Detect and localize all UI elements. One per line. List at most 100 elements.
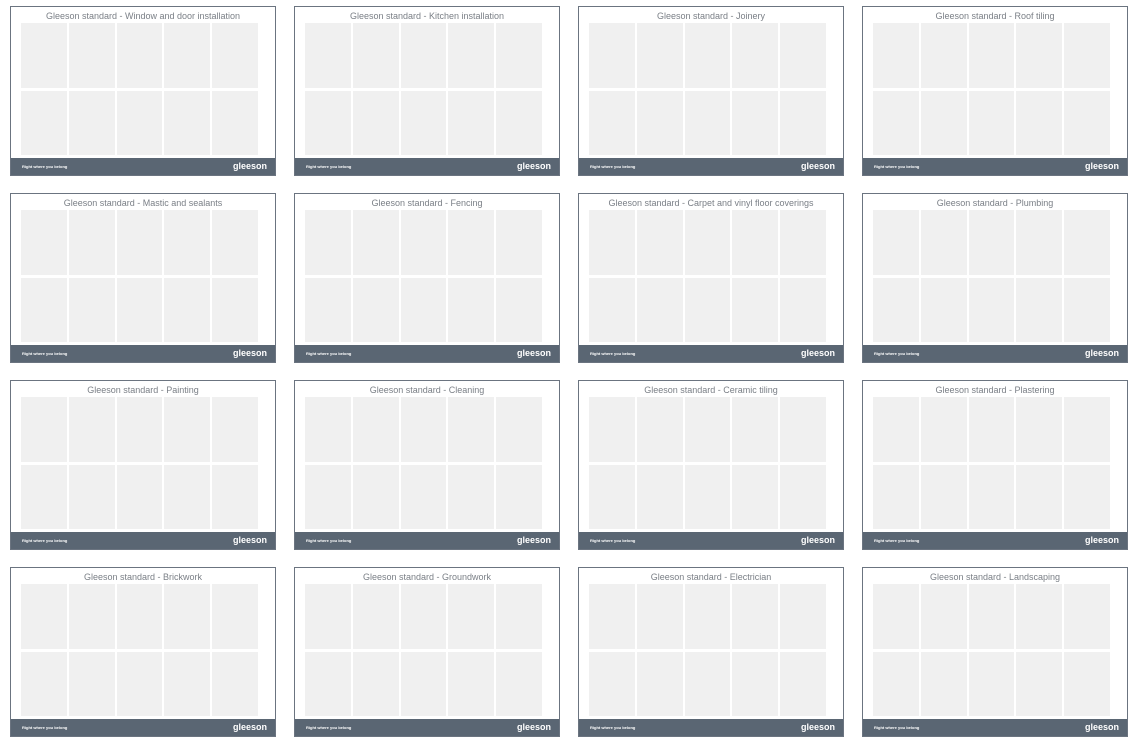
gleeson-logo: gleeson xyxy=(232,348,267,358)
photo-slot xyxy=(305,277,351,342)
photo-slot xyxy=(636,210,683,275)
document-card[interactable]: Gleeson standard - Cleaning Right where … xyxy=(294,380,560,550)
photo-slot xyxy=(21,464,67,529)
document-card[interactable]: Gleeson standard - Roof tiling Right whe… xyxy=(862,6,1128,176)
photo-slot xyxy=(68,23,115,88)
document-card[interactable]: Gleeson standard - Kitchen installation … xyxy=(294,6,560,176)
card-title: Gleeson standard - Fencing xyxy=(371,198,483,208)
document-card[interactable]: Gleeson standard - Groundwork Right wher… xyxy=(294,567,560,737)
photo-slot xyxy=(873,397,919,462)
card-footer: Right where you belong gleeson xyxy=(11,158,275,175)
photo-slot xyxy=(68,90,115,155)
photo-slot xyxy=(1064,464,1110,529)
photo-slot xyxy=(496,464,542,529)
document-card[interactable]: Gleeson standard - Joinery Right where y… xyxy=(578,6,844,176)
photo-slot xyxy=(684,651,731,716)
photo-slot xyxy=(352,23,399,88)
photo-slot xyxy=(496,584,542,649)
document-card[interactable]: Gleeson standard - Window and door insta… xyxy=(10,6,276,176)
photo-area xyxy=(305,210,542,342)
photo-slot xyxy=(305,397,351,462)
photo-slot xyxy=(164,210,211,275)
photo-slot xyxy=(116,651,163,716)
photo-slot xyxy=(448,90,495,155)
photo-slot xyxy=(732,277,779,342)
photo-slot xyxy=(968,584,1015,649)
card-footer: Right where you belong gleeson xyxy=(579,532,843,549)
photo-slot xyxy=(21,23,67,88)
photo-slot xyxy=(305,464,351,529)
photo-slot xyxy=(968,277,1015,342)
photo-slot xyxy=(1016,277,1063,342)
document-card[interactable]: Gleeson standard - Fencing Right where y… xyxy=(294,193,560,363)
photo-slot xyxy=(780,397,826,462)
photo-slot xyxy=(636,464,683,529)
footer-tagline: Right where you belong xyxy=(590,351,636,356)
photo-slot xyxy=(1064,90,1110,155)
photo-slot xyxy=(68,397,115,462)
document-card[interactable]: Gleeson standard - Carpet and vinyl floo… xyxy=(578,193,844,363)
gleeson-logo: gleeson xyxy=(516,535,551,545)
photo-slot xyxy=(732,90,779,155)
card-title: Gleeson standard - Painting xyxy=(87,385,199,395)
document-card[interactable]: Gleeson standard - Ceramic tiling Right … xyxy=(578,380,844,550)
photo-slot xyxy=(873,210,919,275)
gleeson-logo: gleeson xyxy=(1084,722,1119,732)
photo-slot xyxy=(780,584,826,649)
document-card[interactable]: Gleeson standard - Electrician Right whe… xyxy=(578,567,844,737)
photo-slot xyxy=(21,210,67,275)
gleeson-logo: gleeson xyxy=(1084,161,1119,171)
document-card[interactable]: Gleeson standard - Plumbing Right where … xyxy=(862,193,1128,363)
photo-slot xyxy=(636,651,683,716)
photo-slot xyxy=(164,464,211,529)
photo-slot xyxy=(448,277,495,342)
photo-slot xyxy=(21,584,67,649)
photo-slot xyxy=(400,277,447,342)
document-card[interactable]: Gleeson standard - Brickwork Right where… xyxy=(10,567,276,737)
photo-slot xyxy=(968,23,1015,88)
photo-slot xyxy=(732,210,779,275)
photo-slot xyxy=(448,397,495,462)
photo-slot xyxy=(448,651,495,716)
photo-slot xyxy=(116,464,163,529)
footer-tagline: Right where you belong xyxy=(306,538,352,543)
photo-slot xyxy=(400,90,447,155)
card-footer: Right where you belong gleeson xyxy=(295,532,559,549)
photo-slot xyxy=(732,23,779,88)
photo-slot xyxy=(21,277,67,342)
card-footer: Right where you belong gleeson xyxy=(863,719,1127,736)
photo-slot xyxy=(212,584,258,649)
document-card[interactable]: Gleeson standard - Painting Right where … xyxy=(10,380,276,550)
photo-area xyxy=(21,210,258,342)
photo-slot xyxy=(212,651,258,716)
document-card[interactable]: Gleeson standard - Plastering Right wher… xyxy=(862,380,1128,550)
photo-slot xyxy=(684,397,731,462)
photo-slot xyxy=(732,651,779,716)
footer-tagline: Right where you belong xyxy=(874,164,920,169)
photo-slot xyxy=(873,651,919,716)
gleeson-logo: gleeson xyxy=(516,161,551,171)
photo-slot xyxy=(305,23,351,88)
document-card[interactable]: Gleeson standard - Landscaping Right whe… xyxy=(862,567,1128,737)
photo-slot xyxy=(496,397,542,462)
photo-slot xyxy=(968,90,1015,155)
photo-slot xyxy=(400,464,447,529)
photo-slot xyxy=(589,464,635,529)
photo-slot xyxy=(780,210,826,275)
card-title: Gleeson standard - Landscaping xyxy=(929,572,1061,582)
photo-slot xyxy=(920,651,967,716)
photo-slot xyxy=(496,210,542,275)
photo-slot xyxy=(684,584,731,649)
photo-slot xyxy=(589,584,635,649)
photo-slot xyxy=(116,23,163,88)
document-card[interactable]: Gleeson standard - Mastic and sealants R… xyxy=(10,193,276,363)
photo-area xyxy=(21,397,258,529)
photo-slot xyxy=(116,397,163,462)
photo-slot xyxy=(352,584,399,649)
photo-slot xyxy=(352,651,399,716)
footer-tagline: Right where you belong xyxy=(874,725,920,730)
photo-slot xyxy=(400,584,447,649)
photo-slot xyxy=(1016,584,1063,649)
photo-slot xyxy=(496,23,542,88)
photo-slot xyxy=(968,464,1015,529)
